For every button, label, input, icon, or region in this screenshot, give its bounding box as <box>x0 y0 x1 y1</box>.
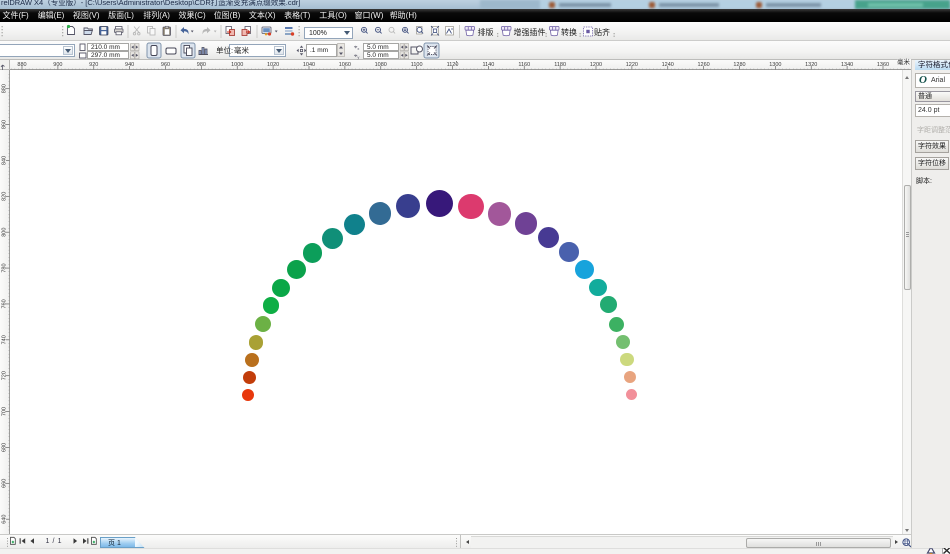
svg-text:1060: 1060 <box>339 62 351 68</box>
svg-text:1280: 1280 <box>733 62 745 68</box>
svg-text:960: 960 <box>161 62 170 68</box>
svg-text:700: 700 <box>2 407 8 416</box>
svg-text:980: 980 <box>197 62 206 68</box>
svg-text:1320: 1320 <box>805 62 817 68</box>
svg-text:1100: 1100 <box>411 62 423 68</box>
svg-text:1360: 1360 <box>877 62 889 68</box>
svg-text:780: 780 <box>2 263 8 272</box>
svg-text:1040: 1040 <box>303 62 315 68</box>
svg-text:1020: 1020 <box>267 62 279 68</box>
svg-text:1200: 1200 <box>590 62 602 68</box>
svg-text:740: 740 <box>2 335 8 344</box>
svg-text:1240: 1240 <box>662 62 674 68</box>
svg-text:920: 920 <box>89 62 98 68</box>
svg-text:⌖y: ⌖y <box>354 54 359 60</box>
svg-text:1000: 1000 <box>231 62 243 68</box>
svg-text:680: 680 <box>2 443 8 452</box>
svg-text:860: 860 <box>2 120 8 129</box>
svg-text:940: 940 <box>125 62 134 68</box>
svg-text:⌖x: ⌖x <box>354 45 359 51</box>
svg-text:1300: 1300 <box>769 62 781 68</box>
svg-text:1120: 1120 <box>447 62 459 68</box>
svg-text:880: 880 <box>17 62 26 68</box>
svg-text:640: 640 <box>2 515 8 524</box>
svg-text:1180: 1180 <box>554 62 566 68</box>
svg-text:900: 900 <box>53 62 62 68</box>
svg-text:1080: 1080 <box>375 62 387 68</box>
svg-text:880: 880 <box>2 84 8 93</box>
svg-text:1160: 1160 <box>518 62 530 68</box>
svg-text:720: 720 <box>2 371 8 380</box>
svg-text:800: 800 <box>2 228 8 237</box>
svg-text:840: 840 <box>2 156 8 165</box>
svg-text:1260: 1260 <box>697 62 709 68</box>
svg-text:660: 660 <box>2 479 8 488</box>
svg-text:820: 820 <box>2 192 8 201</box>
svg-text:1140: 1140 <box>482 62 494 68</box>
svg-text:760: 760 <box>2 299 8 308</box>
svg-text:1220: 1220 <box>626 62 638 68</box>
svg-text:1340: 1340 <box>841 62 853 68</box>
